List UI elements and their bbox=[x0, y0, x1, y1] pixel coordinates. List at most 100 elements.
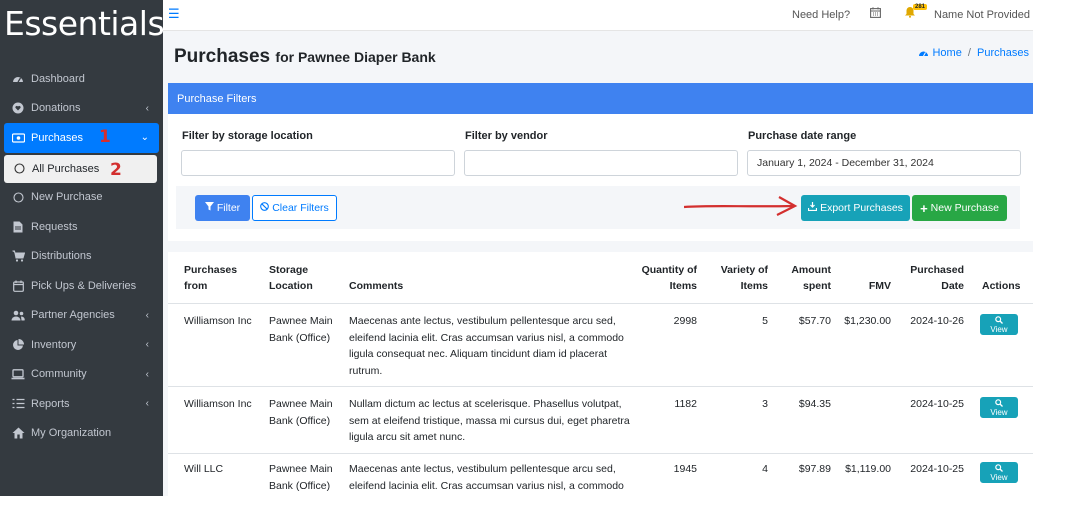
chevron-left-icon: ‹ bbox=[145, 368, 149, 380]
cell-date: 2024-10-25 bbox=[910, 463, 964, 475]
cell-from: Williamson Inc bbox=[184, 315, 252, 327]
chevron-left-icon: ‹ bbox=[145, 309, 149, 321]
sidebar-item-dashboard[interactable]: Dashboard bbox=[0, 64, 163, 94]
brand-logo[interactable]: Essentials bbox=[0, 0, 163, 52]
sidebar-item-purchases[interactable]: Purchases 1 ⌄ bbox=[4, 123, 159, 153]
hamburger-menu-icon[interactable]: ☰ bbox=[168, 6, 180, 22]
sidebar-item-label: Requests bbox=[31, 220, 78, 233]
export-purchases-label: Export Purchases bbox=[820, 202, 903, 214]
filter-button-label: Filter bbox=[216, 202, 241, 214]
cell-quantity: 1182 bbox=[674, 398, 697, 410]
clear-filters-button[interactable]: Clear Filters bbox=[252, 195, 337, 221]
storage-location-label: Filter by storage location bbox=[182, 130, 313, 142]
sidebar-item-community[interactable]: Community ‹ bbox=[0, 360, 163, 390]
cell-comments: Maecenas ante lectus, vestibulum pellent… bbox=[349, 463, 624, 492]
table-row: Will LLC Pawnee Main Bank (Office) Maece… bbox=[168, 453, 1033, 496]
sidebar-item-label: Partner Agencies bbox=[31, 309, 115, 322]
cell-quantity: 1945 bbox=[673, 463, 697, 475]
sidebar-item-label: Donations bbox=[31, 102, 81, 115]
sidebar-item-label: New Purchase bbox=[31, 191, 103, 204]
laptop-icon bbox=[11, 367, 25, 381]
export-purchases-button[interactable]: Export Purchases bbox=[801, 195, 910, 221]
home-icon[interactable] bbox=[918, 47, 932, 59]
view-button-label: View bbox=[990, 473, 1008, 482]
filter-button[interactable]: Filter bbox=[195, 195, 250, 221]
view-button[interactable]: View bbox=[980, 314, 1018, 335]
vendor-select[interactable] bbox=[464, 150, 738, 176]
circle-icon bbox=[11, 190, 25, 204]
purchase-filters-header: Purchase Filters bbox=[168, 83, 1033, 114]
annotation-arrow-icon bbox=[684, 196, 798, 216]
sidebar-item-new-purchase[interactable]: New Purchase bbox=[0, 183, 163, 213]
sidebar-item-requests[interactable]: Requests bbox=[0, 212, 163, 242]
sidebar-nav: Dashboard Donations ‹ Purchases 1 ⌄ All … bbox=[0, 64, 163, 448]
sidebar-item-inventory[interactable]: Inventory ‹ bbox=[0, 330, 163, 360]
sidebar-item-label: Purchases bbox=[31, 131, 83, 144]
page-subtitle: for Pawnee Diaper Bank bbox=[275, 49, 436, 65]
sidebar-item-distributions[interactable]: Distributions bbox=[0, 242, 163, 272]
cell-variety: 5 bbox=[762, 315, 768, 327]
org-icon bbox=[11, 426, 25, 440]
cell-date: 2024-10-25 bbox=[910, 398, 964, 410]
cell-fmv: $1,119.00 bbox=[845, 463, 891, 475]
page-title-text: Purchases bbox=[174, 46, 271, 67]
table-row: Williamson Inc Pawnee Main Bank (Office)… bbox=[168, 303, 1033, 386]
sidebar-item-label: Inventory bbox=[31, 338, 77, 351]
vendor-label: Filter by vendor bbox=[465, 130, 548, 142]
chevron-left-icon: ‹ bbox=[145, 339, 149, 351]
chevron-left-icon: ‹ bbox=[145, 102, 149, 114]
cell-variety: 3 bbox=[762, 398, 768, 410]
new-purchase-button[interactable]: + New Purchase bbox=[912, 195, 1007, 221]
cell-fmv: $1,230.00 bbox=[844, 315, 891, 327]
breadcrumb-current[interactable]: Purchases bbox=[977, 47, 1029, 59]
calendar-icon bbox=[11, 279, 25, 293]
sidebar-item-my-organization[interactable]: My Organization bbox=[0, 419, 163, 449]
cell-from: Will LLC bbox=[184, 463, 224, 475]
sidebar-item-reports[interactable]: Reports ‹ bbox=[0, 389, 163, 419]
col-amount-spent[interactable]: Amount spent bbox=[780, 262, 831, 294]
cell-date: 2024-10-26 bbox=[910, 315, 964, 327]
user-menu[interactable]: Name Not Provided bbox=[934, 9, 1030, 21]
filter-icon bbox=[204, 202, 214, 214]
col-variety[interactable]: Variety of Items bbox=[705, 262, 768, 294]
sidebar-item-label: Community bbox=[31, 368, 87, 381]
annotation-number-1: 1 bbox=[99, 127, 111, 147]
sidebar-item-label: Dashboard bbox=[31, 72, 85, 85]
col-purchases-from[interactable]: Purchases from bbox=[184, 262, 254, 294]
sidebar-item-pickups[interactable]: Pick Ups & Deliveries bbox=[0, 271, 163, 301]
money-icon bbox=[11, 131, 25, 145]
file-icon bbox=[11, 220, 25, 234]
col-purchased-date[interactable]: Purchased Date bbox=[904, 262, 964, 294]
sidebar-item-label: My Organization bbox=[31, 427, 112, 440]
col-storage-location[interactable]: Storage Location bbox=[269, 262, 329, 294]
view-button[interactable]: View bbox=[980, 462, 1018, 483]
chevron-down-icon: ⌄ bbox=[140, 132, 149, 144]
breadcrumb-home[interactable]: Home bbox=[932, 47, 961, 59]
storage-location-select[interactable] bbox=[181, 150, 455, 176]
plus-icon: + bbox=[920, 200, 928, 216]
purchase-filters-card: Purchase Filters Filter by storage locat… bbox=[168, 83, 1033, 241]
col-fmv[interactable]: FMV bbox=[858, 278, 891, 294]
cell-comments: Nullam dictum ac lectus at scelerisque. … bbox=[349, 398, 630, 443]
view-button-label: View bbox=[990, 408, 1008, 417]
sidebar: Essentials Dashboard Donations ‹ Purchas… bbox=[0, 0, 163, 496]
new-purchase-label: New Purchase bbox=[930, 202, 999, 214]
list-icon bbox=[11, 397, 25, 411]
col-quantity[interactable]: Quantity of Items bbox=[638, 262, 697, 294]
view-button[interactable]: View bbox=[980, 397, 1018, 418]
col-comments[interactable]: Comments bbox=[349, 278, 403, 294]
view-button-label: View bbox=[990, 325, 1008, 334]
date-range-label: Purchase date range bbox=[748, 130, 857, 142]
table-row: Williamson Inc Pawnee Main Bank (Office)… bbox=[168, 386, 1033, 453]
calendar-icon[interactable] bbox=[870, 7, 881, 21]
sidebar-item-donations[interactable]: Donations ‹ bbox=[0, 94, 163, 124]
sidebar-item-partner-agencies[interactable]: Partner Agencies ‹ bbox=[0, 301, 163, 331]
cell-storage: Pawnee Main Bank (Office) bbox=[269, 315, 333, 344]
breadcrumb: Home / Purchases bbox=[918, 47, 1029, 59]
download-icon bbox=[807, 202, 818, 214]
users-icon bbox=[11, 308, 25, 322]
need-help-link[interactable]: Need Help? bbox=[792, 9, 850, 21]
breadcrumb-separator: / bbox=[967, 47, 971, 59]
sidebar-item-all-purchases[interactable]: All Purchases 2 bbox=[4, 154, 157, 183]
date-range-input[interactable]: January 1, 2024 - December 31, 2024 bbox=[747, 150, 1021, 176]
